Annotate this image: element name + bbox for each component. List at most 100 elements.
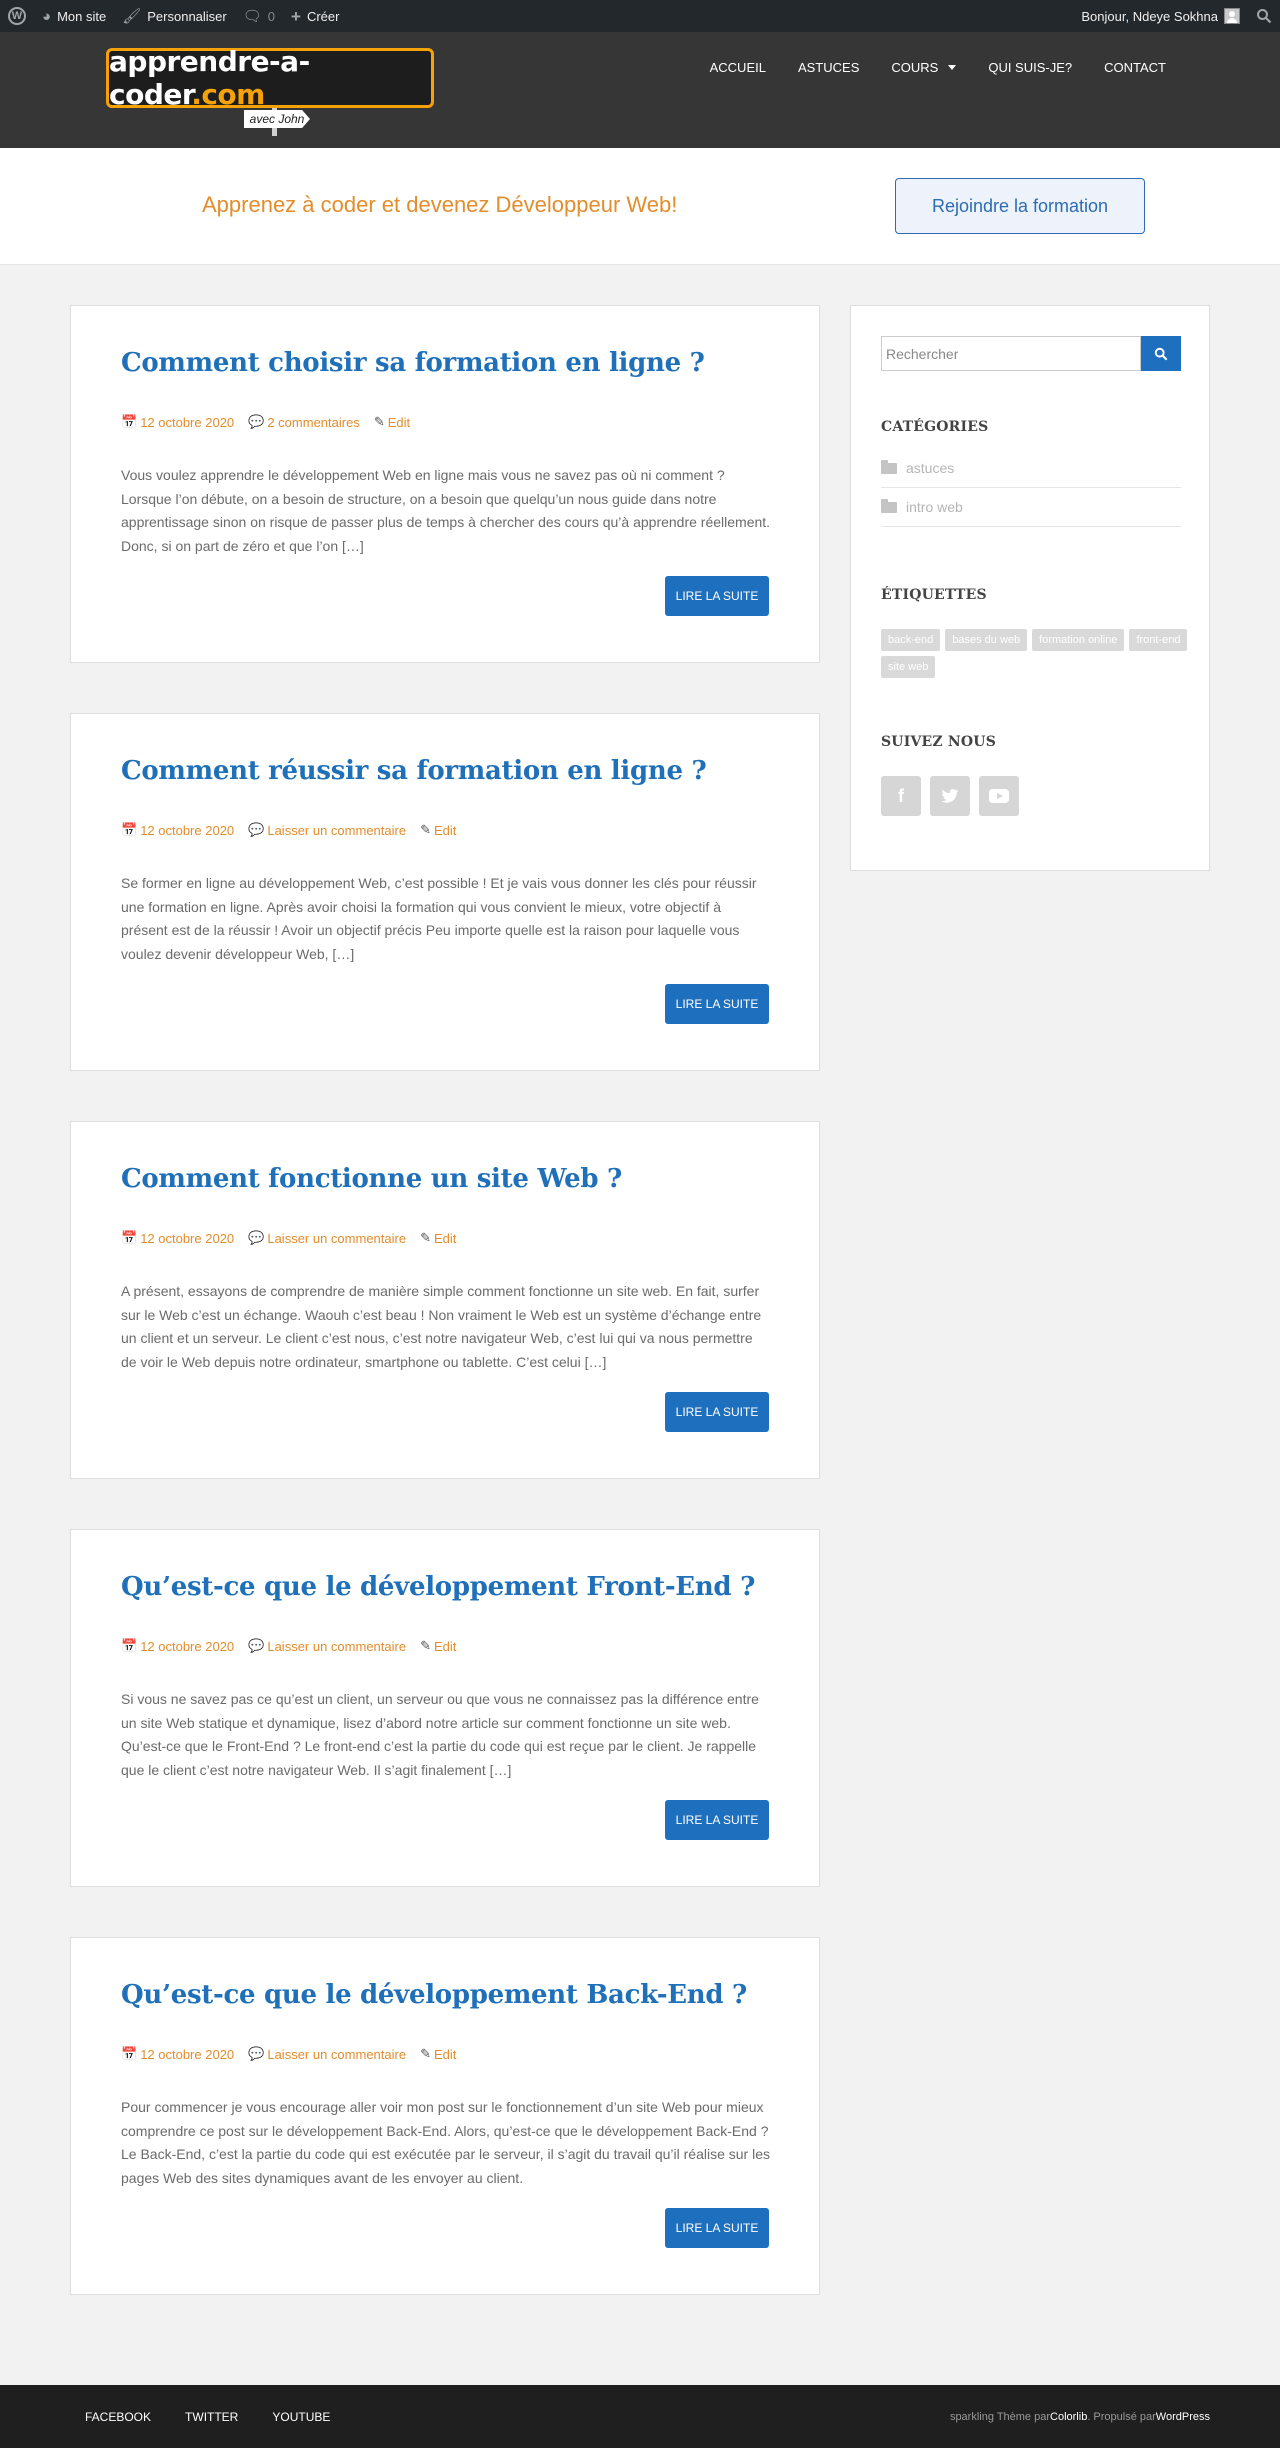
admin-bar: W ◕ Mon site 🖌 Personnaliser 🗨 0 + Créer… <box>0 0 1280 32</box>
post-edit-link[interactable]: ✎ Edit <box>420 2046 456 2062</box>
wordpress-link[interactable]: WordPress <box>1156 2411 1210 2423</box>
tag-cloud: back-end bases du web formation online f… <box>881 629 1191 678</box>
post-excerpt: Pour commencer je vous encourage aller v… <box>121 2099 771 2186</box>
search-icon <box>1257 9 1272 24</box>
post-edit-link[interactable]: ✎ Edit <box>374 414 410 430</box>
nav-astuces[interactable]: ASTUCES <box>782 60 875 75</box>
edit-icon: ✎ <box>420 1230 431 1245</box>
tag-formation-online[interactable]: formation online <box>1032 629 1125 651</box>
twitter-icon <box>941 788 959 803</box>
tags-title: ÉTIQUETTES <box>881 587 987 603</box>
greeting-text: Bonjour, Ndeye Sokhna <box>1081 8 1218 24</box>
post-meta: 📅 12 octobre 2020 💬 Laisser un commentaire… <box>121 1230 470 1246</box>
post-edit-link[interactable]: ✎ Edit <box>420 1230 456 1246</box>
footer-link-twitter[interactable]: TWITTER <box>168 2410 255 2424</box>
edit-icon: ✎ <box>420 1638 431 1653</box>
wordpress-menu[interactable]: W <box>0 0 34 32</box>
nav-cours[interactable]: COURS <box>875 60 972 75</box>
credit-mid: . Propulsé par <box>1087 2410 1156 2423</box>
comments-icon: 💬 <box>248 414 265 429</box>
credit-prefix: sparkling Thème par <box>949 2410 1051 2423</box>
post-excerpt: A présent, essayons de comprendre de man… <box>121 1283 762 1370</box>
footer-social-links: FACEBOOK TWITTER YOUTUBE <box>68 2385 347 2448</box>
post-card: Qu’est-ce que le développement Front-End… <box>70 1529 820 1887</box>
my-site-link[interactable]: ◕ Mon site <box>34 0 114 32</box>
post-card: Comment réussir sa formation en ligne ? … <box>70 713 820 1071</box>
footer-link-facebook[interactable]: FACEBOOK <box>68 2410 168 2424</box>
customize-link[interactable]: 🖌 Personnaliser <box>114 0 235 32</box>
post-comments-link[interactable]: 💬 Laisser un commentaire <box>248 1638 406 1654</box>
calendar-icon: 📅 <box>121 1638 138 1653</box>
colorlib-link[interactable]: Colorlib <box>1050 2411 1087 2423</box>
tag-site-web[interactable]: site web <box>881 656 936 678</box>
nav-accueil[interactable]: ACCUEIL <box>694 60 782 75</box>
post-comments-link[interactable]: 💬 2 commentaires <box>248 414 360 430</box>
admin-search-button[interactable] <box>1248 0 1280 32</box>
post-date[interactable]: 📅 12 octobre 2020 <box>121 2046 234 2062</box>
post-excerpt: Si vous ne savez pas ce qu’est un client… <box>121 1691 759 1778</box>
post-title[interactable]: Qu’est-ce que le développement Back-End … <box>121 1980 747 2010</box>
edit-icon: ✎ <box>420 822 431 837</box>
nav-qui-suis-je[interactable]: QUI SUIS-JE? <box>972 60 1088 75</box>
comments-icon: 💬 <box>248 1230 265 1245</box>
site-logo[interactable]: apprendre-a-coder.com avec John <box>106 45 436 136</box>
comments-icon: 💬 <box>248 2046 265 2061</box>
post-title[interactable]: Comment réussir sa formation en ligne ? <box>121 756 707 786</box>
sidebar: CATÉGORIES astuces intro web ÉTIQUETTES … <box>850 305 1210 871</box>
comments-link[interactable]: 🗨 0 <box>235 0 283 32</box>
dashboard-icon: ◕ <box>42 7 52 25</box>
post-title[interactable]: Comment choisir sa formation en ligne ? <box>121 348 705 378</box>
post-title[interactable]: Comment fonctionne un site Web ? <box>121 1164 622 1194</box>
calendar-icon: 📅 <box>121 822 138 837</box>
post-comments-link[interactable]: 💬 Laisser un commentaire <box>248 2046 406 2062</box>
search-icon <box>1154 347 1168 360</box>
join-training-button[interactable]: Rejoindre la formation <box>895 178 1145 234</box>
create-menu[interactable]: + Créer <box>283 0 347 32</box>
post-meta: 📅 12 octobre 2020 💬 Laisser un commentaire… <box>121 2046 470 2062</box>
post-edit-link[interactable]: ✎ Edit <box>420 822 456 838</box>
folder-icon <box>881 498 897 513</box>
comment-bubble-icon: 🗨 <box>242 7 262 25</box>
post-edit-link[interactable]: ✎ Edit <box>420 1638 456 1654</box>
post-excerpt: Vous voulez apprendre le développement W… <box>121 467 771 554</box>
tag-front-end[interactable]: front-end <box>1129 629 1188 651</box>
post-title[interactable]: Qu’est-ce que le développement Front-End… <box>121 1572 755 1602</box>
post-date[interactable]: 📅 12 octobre 2020 <box>121 1638 234 1654</box>
post-excerpt: Se former en ligne au développement Web,… <box>121 875 757 962</box>
read-more-button[interactable]: LIRE LA SUITE <box>665 1800 769 1840</box>
site-footer: FACEBOOK TWITTER YOUTUBE sparkling Thème… <box>0 2385 1280 2448</box>
search-submit-button[interactable] <box>1141 336 1181 371</box>
read-more-button[interactable]: LIRE LA SUITE <box>665 1392 769 1432</box>
post-card: Comment fonctionne un site Web ? 📅 12 oct… <box>70 1121 820 1479</box>
nav-cours-label: COURS <box>891 59 939 75</box>
category-item-astuces[interactable]: astuces <box>881 449 1181 488</box>
youtube-button[interactable] <box>979 776 1019 816</box>
post-comments-link[interactable]: 💬 Laisser un commentaire <box>248 822 406 838</box>
category-label: intro web <box>906 499 963 515</box>
main-navigation: ACCUEIL ASTUCES COURS QUI SUIS-JE? CONTA… <box>694 32 1182 102</box>
post-date[interactable]: 📅 12 octobre 2020 <box>121 822 234 838</box>
read-more-button[interactable]: LIRE LA SUITE <box>665 576 769 616</box>
tag-back-end[interactable]: back-end <box>881 629 941 651</box>
post-comments-link[interactable]: 💬 Laisser un commentaire <box>248 1230 406 1246</box>
post-date[interactable]: 📅 12 octobre 2020 <box>121 414 234 430</box>
customize-label: Personnaliser <box>147 8 227 24</box>
comments-icon: 💬 <box>248 822 265 837</box>
category-item-intro-web[interactable]: intro web <box>881 488 1181 527</box>
footer-link-youtube[interactable]: YOUTUBE <box>255 2410 347 2424</box>
read-more-button[interactable]: LIRE LA SUITE <box>665 2208 769 2248</box>
tag-bases-du-web[interactable]: bases du web <box>945 629 1028 651</box>
search-input[interactable] <box>881 336 1141 371</box>
cta-text: Apprenez à coder et devenez Développeur … <box>202 192 678 217</box>
nav-contact[interactable]: CONTACT <box>1088 60 1182 75</box>
facebook-button[interactable]: f <box>881 776 921 816</box>
caret-down-icon <box>948 64 957 70</box>
calendar-icon: 📅 <box>121 1230 138 1245</box>
site-header: apprendre-a-coder.com avec John ACCUEIL … <box>0 32 1280 148</box>
plus-icon: + <box>291 6 301 26</box>
account-menu[interactable]: Bonjour, Ndeye Sokhna <box>1073 0 1248 32</box>
read-more-button[interactable]: LIRE LA SUITE <box>665 984 769 1024</box>
post-date[interactable]: 📅 12 octobre 2020 <box>121 1230 234 1246</box>
twitter-button[interactable] <box>930 776 970 816</box>
post-meta: 📅 12 octobre 2020 💬 Laisser un commentaire… <box>121 1638 470 1654</box>
